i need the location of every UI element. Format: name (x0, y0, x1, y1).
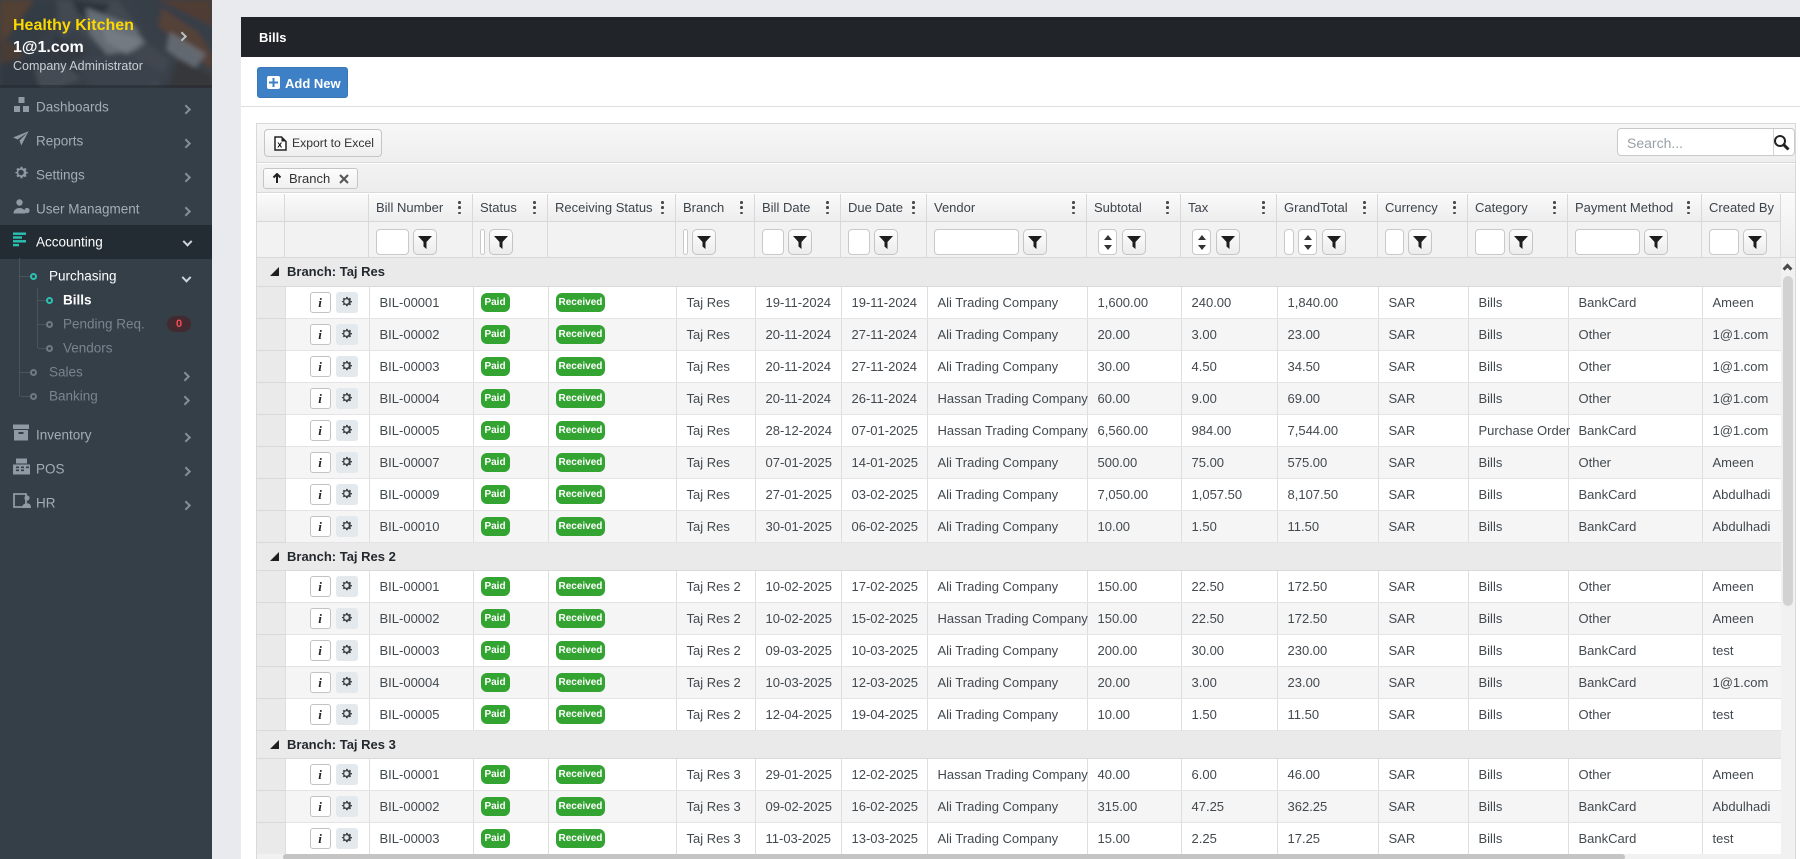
svg-text:x: x (277, 140, 282, 150)
